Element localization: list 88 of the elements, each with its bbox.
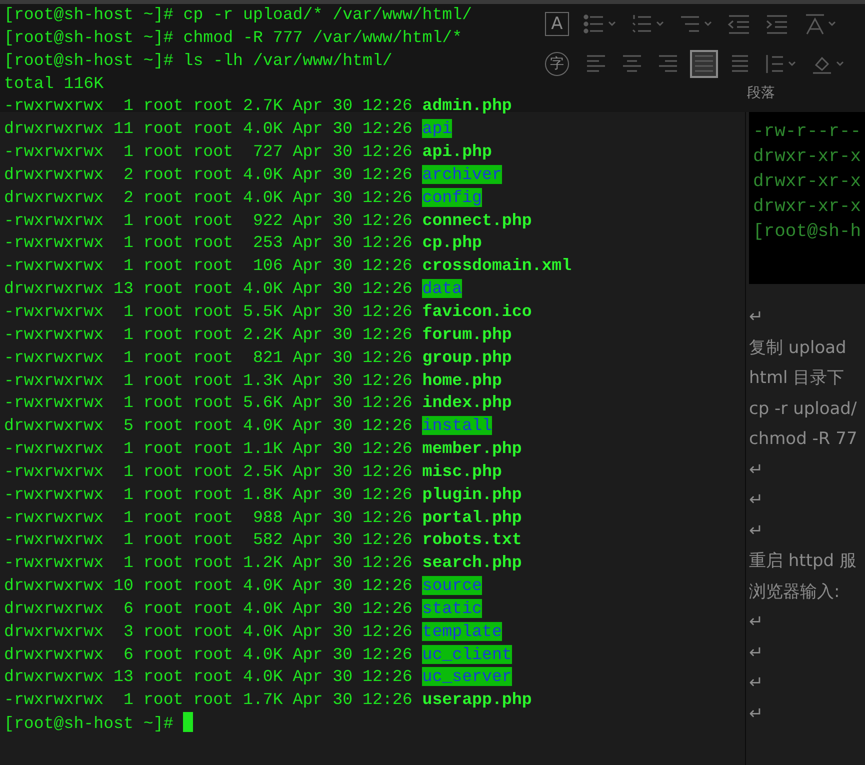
- file-attributes: drwxrwxrwx 13 root root 4.0K Apr 30 12:26: [4, 667, 412, 686]
- file-attributes: -rwxrwxrwx 1 root root 922 Apr 30 12:26: [4, 210, 412, 230]
- file-attributes: drwxrwxrwx 2 root root 4.0K Apr 30 12:26: [4, 164, 412, 184]
- group-label: 段落: [747, 84, 775, 102]
- file-attributes: drwxrwxrwx 13 root root 4.0K Apr 30 12:26: [4, 279, 412, 298]
- file-attributes: drwxrwxrwx 10 root root 4.0K Apr 30 12:26: [4, 576, 412, 596]
- document-line: html 目录下: [749, 367, 846, 390]
- justify-align-icon[interactable]: [691, 51, 717, 77]
- directory-name: uc_client: [422, 644, 512, 664]
- directory-name: uc_server: [422, 667, 512, 686]
- file-attributes: -rwxrwxrwx 1 root root 727 Apr 30 12:26: [4, 142, 412, 162]
- file-attributes: -rwxrwxrwx 1 root root 106 Apr 30 12:26: [4, 256, 412, 276]
- document-line: ↵: [749, 702, 764, 726]
- file-attributes: -rwxrwxrwx 1 root root 821 Apr 30 12:26: [4, 348, 412, 367]
- file-name: robots.txt: [422, 530, 522, 550]
- file-name: plugin.php: [422, 484, 522, 504]
- file-attributes: -rwxrwxrwx 1 root root 1.1K Apr 30 12:26: [4, 439, 412, 458]
- file-name: group.php: [422, 348, 512, 367]
- file-attributes: drwxrwxrwx 11 root root 4.0K Apr 30 12:26: [4, 119, 412, 138]
- file-attributes: -rwxrwxrwx 1 root root 1.2K Apr 30 12:26: [4, 553, 412, 572]
- document-line: ↵: [749, 672, 764, 695]
- directory-name: source: [422, 576, 482, 596]
- file-attributes: -rwxrwxrwx 1 root root 253 Apr 30 12:26: [4, 233, 412, 252]
- directory-name: install: [422, 416, 492, 436]
- document-line: ↵: [749, 489, 764, 512]
- file-name: home.php: [422, 370, 502, 390]
- file-name: index.php: [422, 393, 512, 412]
- file-name: misc.php: [422, 462, 502, 481]
- file-name: userapp.php: [422, 690, 532, 710]
- document-line: ↵: [749, 611, 764, 634]
- character-border-button[interactable]: A: [545, 12, 569, 36]
- text-direction-icon[interactable]: [803, 13, 837, 35]
- document-line: 复制 upload: [749, 336, 848, 360]
- file-attributes: -rwxrwxrwx 1 root root 988 Apr 30 12:26: [4, 508, 412, 527]
- document-line: ↵: [749, 458, 764, 482]
- file-attributes: drwxrwxrwx 6 root root 4.0K Apr 30 12:26: [4, 644, 412, 664]
- document-line: 浏览器输入:: [749, 580, 841, 604]
- phonetic-guide-button[interactable]: 字: [545, 52, 569, 76]
- file-name: portal.php: [422, 508, 522, 527]
- command-line: [root@sh-host ~]# ls -lh /var/www/html/: [4, 50, 392, 72]
- terminal-line: [root@sh-h: [753, 221, 862, 244]
- file-attributes: drwxrwxrwx 6 root root 4.0K Apr 30 12:26: [4, 598, 412, 618]
- command-line: [root@sh-host ~]# cp -r upload/* /var/www/html/: [4, 4, 472, 26]
- document-line: cp -r upload/: [749, 398, 858, 420]
- terminal-line: -rw-r--r--: [753, 121, 862, 144]
- file-attributes: -rwxrwxrwx 1 root root 2.7K Apr 30 12:26: [4, 96, 412, 116]
- directory-name: template: [422, 622, 502, 641]
- file-name: crossdomain.xml: [422, 256, 572, 276]
- total-line: total 116K: [4, 72, 104, 95]
- terminal-line: drwxr-xr-x: [753, 171, 862, 194]
- command-line: [root@sh-host ~]# chmod -R 777 /var/www/html/*: [4, 26, 462, 49]
- file-attributes: -rwxrwxrwx 1 root root 2.5K Apr 30 12:26: [4, 462, 412, 481]
- file-name: forum.php: [422, 324, 512, 344]
- file-name: admin.php: [422, 96, 512, 116]
- increase-indent-icon[interactable]: [765, 13, 789, 35]
- document-line: ↵: [749, 520, 764, 542]
- file-attributes: -rwxrwxrwx 1 root root 582 Apr 30 12:26: [4, 530, 412, 550]
- directory-name: archiver: [422, 164, 502, 184]
- document-line: chmod -R 77: [749, 428, 858, 451]
- file-attributes: -rwxrwxrwx 1 root root 5.5K Apr 30 12:26: [4, 302, 412, 321]
- file-attributes: -rwxrwxrwx 1 root root 1.3K Apr 30 12:26: [4, 370, 412, 390]
- file-attributes: -rwxrwxrwx 1 root root 1.7K Apr 30 12:26: [4, 690, 412, 710]
- text-cursor: [183, 712, 194, 732]
- terminal-line: drwxr-xr-x: [753, 146, 862, 169]
- numbered-list-icon[interactable]: [631, 13, 665, 35]
- file-name: connect.php: [422, 210, 532, 230]
- shell-prompt: [root@sh-host ~]#: [4, 714, 174, 734]
- terminal-line: drwxr-xr-x: [753, 196, 862, 219]
- directory-name: api: [422, 119, 452, 138]
- directory-name: config: [422, 188, 482, 207]
- decrease-indent-icon[interactable]: [727, 13, 751, 35]
- file-attributes: -rwxrwxrwx 1 root root 5.6K Apr 30 12:26: [4, 393, 412, 412]
- file-attributes: drwxrwxrwx 2 root root 4.0K Apr 30 12:26: [4, 188, 412, 207]
- directory-name: static: [422, 598, 482, 618]
- file-name: member.php: [422, 439, 522, 458]
- file-name: api.php: [422, 142, 492, 162]
- file-name: search.php: [422, 553, 522, 572]
- directory-name: data: [422, 279, 462, 298]
- file-name: cp.php: [422, 233, 482, 252]
- document-line: ↵: [749, 306, 764, 329]
- file-attributes: drwxrwxrwx 3 root root 4.0K Apr 30 12:26: [4, 622, 412, 641]
- file-attributes: -rwxrwxrwx 1 root root 2.2K Apr 30 12:26: [4, 324, 412, 344]
- document-line: 重启 httpd 服: [749, 550, 858, 573]
- document-line: ↵: [749, 642, 764, 664]
- file-attributes: -rwxrwxrwx 1 root root 1.8K Apr 30 12:26: [4, 484, 412, 504]
- file-name: favicon.ico: [422, 302, 532, 321]
- bullet-list-icon[interactable]: [583, 13, 617, 35]
- file-attributes: drwxrwxrwx 5 root root 4.0K Apr 30 12:26: [4, 416, 412, 436]
